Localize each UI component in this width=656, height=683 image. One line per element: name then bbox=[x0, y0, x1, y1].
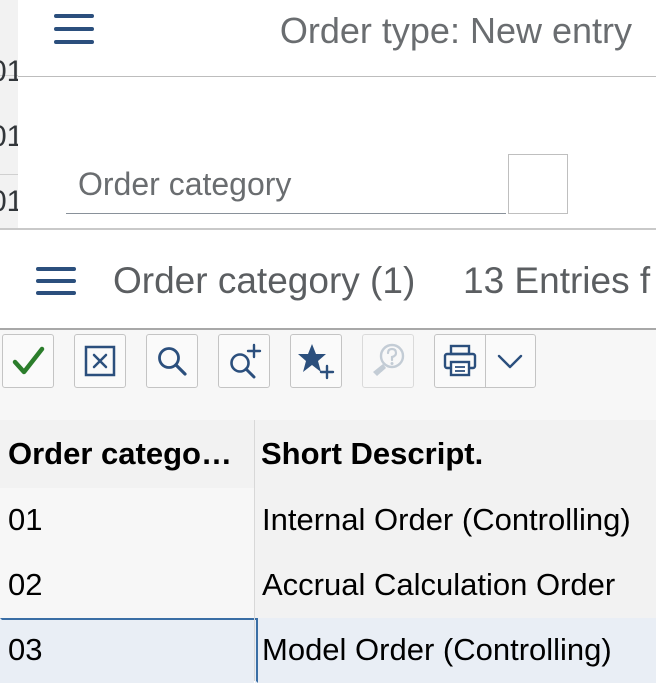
short-description: Accrual Calculation Order bbox=[262, 567, 616, 602]
print-split-button bbox=[434, 334, 536, 388]
find-next-button[interactable] bbox=[218, 334, 270, 388]
dialog-header: Order category (1) 13 Entries f bbox=[0, 230, 656, 330]
search-icon bbox=[158, 347, 187, 376]
help-icon bbox=[373, 343, 405, 376]
print-button[interactable] bbox=[435, 335, 486, 387]
short-description: Internal Order (Controlling) bbox=[262, 502, 631, 537]
printer-icon bbox=[443, 344, 476, 377]
search-plus-icon bbox=[230, 343, 262, 379]
background-window: 01 01 01 bbox=[0, 0, 18, 228]
background-fragment: 01 bbox=[0, 55, 18, 88]
order-category-code: 03 bbox=[8, 632, 43, 667]
dialog-title: Order type: New entry bbox=[279, 10, 632, 51]
dialog-header: Order type: New entry bbox=[18, 0, 656, 77]
menu-icon[interactable] bbox=[36, 267, 76, 297]
column-separator bbox=[254, 420, 255, 681]
order-category-code: 01 bbox=[8, 502, 43, 537]
find-button[interactable] bbox=[146, 334, 198, 388]
star-plus-icon bbox=[298, 344, 335, 380]
check-icon bbox=[12, 346, 45, 375]
close-box-icon bbox=[84, 345, 116, 377]
table-row-selected[interactable]: 03 Model Order (Controlling) bbox=[0, 618, 656, 683]
menu-icon[interactable] bbox=[54, 14, 94, 44]
toolbar bbox=[0, 330, 656, 420]
table-header: Order catego… Short Descript. bbox=[0, 420, 656, 489]
field-underline bbox=[66, 213, 506, 214]
order-type-dialog: Order type: New entry Order category bbox=[18, 0, 656, 228]
background-fragment: 01 bbox=[0, 120, 18, 153]
order-category-input[interactable] bbox=[508, 154, 568, 214]
order-category-code: 02 bbox=[8, 567, 43, 602]
table-row[interactable]: 02 Accrual Calculation Order bbox=[0, 553, 656, 618]
chevron-down-icon bbox=[498, 354, 523, 369]
confirm-button[interactable] bbox=[2, 334, 54, 388]
table-row[interactable]: 01 Internal Order (Controlling) bbox=[0, 488, 656, 553]
background-fragment: 01 bbox=[0, 185, 18, 218]
entries-count: 13 Entries f bbox=[463, 260, 651, 301]
order-category-label: Order category bbox=[78, 166, 292, 202]
help-button[interactable] bbox=[362, 334, 414, 388]
add-favorite-button[interactable] bbox=[290, 334, 342, 388]
cancel-button[interactable] bbox=[74, 334, 126, 388]
short-description: Model Order (Controlling) bbox=[262, 632, 612, 667]
column-header-short-description[interactable]: Short Descript. bbox=[261, 436, 651, 472]
more-button[interactable] bbox=[486, 335, 536, 387]
order-category-dialog: Order category (1) 13 Entries f Order ca… bbox=[0, 230, 656, 683]
column-header-order-category[interactable]: Order catego… bbox=[8, 436, 248, 472]
dialog-title: Order category (1) bbox=[113, 260, 416, 301]
